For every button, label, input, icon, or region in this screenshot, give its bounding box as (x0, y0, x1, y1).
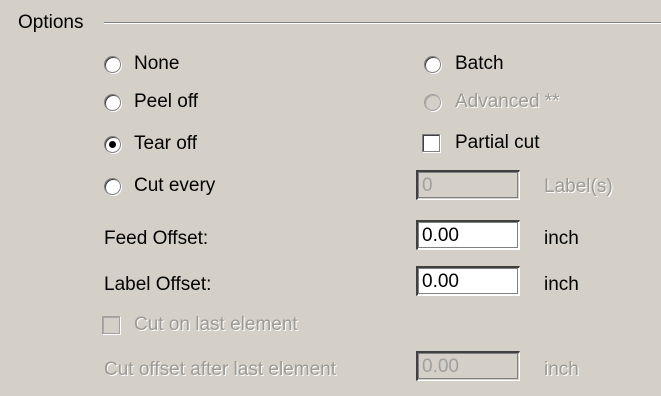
radio-selected-dot (109, 141, 116, 148)
radio-button-tear-off[interactable] (104, 136, 121, 153)
feed-offset-unit: inch (544, 228, 579, 249)
cut-every-unit: Label(s) (544, 176, 613, 197)
radio-batch-label: Batch (455, 53, 504, 74)
cut-on-last-label: Cut on last element (134, 314, 298, 335)
radio-button-batch[interactable] (424, 56, 441, 73)
radio-tear-off-label: Tear off (134, 133, 198, 154)
radio-advanced-label: Advanced ** (455, 91, 560, 112)
partial-cut-checkbox[interactable] (422, 134, 440, 152)
label-offset-input[interactable]: 0.00 (416, 266, 520, 296)
groupbox-border-highlight (104, 23, 661, 24)
radio-button-cut-every[interactable] (104, 178, 121, 195)
radio-peel-off-label: Peel off (134, 91, 199, 112)
feed-offset-label: Feed Offset: (104, 228, 209, 249)
radio-cut-every-label: Cut every (134, 175, 216, 196)
cut-every-input: 0 (416, 170, 520, 200)
radio-none-label: None (134, 53, 180, 74)
feed-offset-input[interactable]: 0.00 (416, 220, 520, 250)
radio-button-none[interactable] (104, 56, 121, 73)
radio-button-advanced (424, 94, 441, 111)
cut-offset-after-last-unit: inch (544, 359, 579, 380)
label-offset-label: Label Offset: (104, 274, 212, 295)
groupbox-title: Options (18, 12, 90, 34)
cut-offset-after-last-label: Cut offset after last element (104, 359, 336, 380)
partial-cut-label: Partial cut (455, 132, 540, 153)
cut-on-last-checkbox (102, 316, 120, 334)
cut-offset-after-last-input: 0.00 (416, 351, 520, 381)
radio-button-peel-off[interactable] (104, 94, 121, 111)
label-offset-unit: inch (544, 274, 579, 295)
